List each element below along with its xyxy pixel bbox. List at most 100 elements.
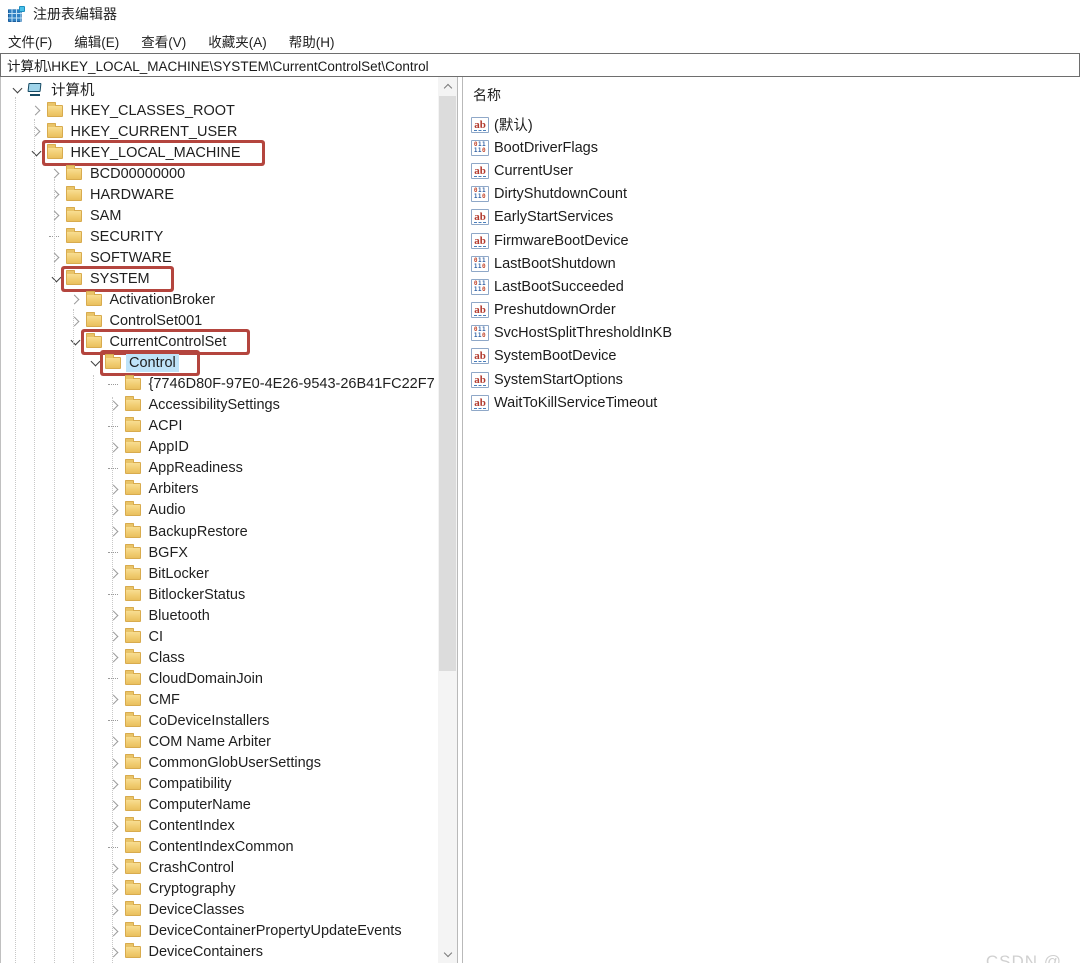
tree-item-appid[interactable]: AppID bbox=[1, 437, 435, 458]
collapse-chevron-icon[interactable] bbox=[48, 277, 64, 281]
expand-chevron-icon[interactable] bbox=[68, 318, 84, 325]
value-row-firmwarebootdevice[interactable]: abFirmwareBootDevice bbox=[471, 229, 1080, 252]
expand-chevron-icon[interactable] bbox=[107, 886, 123, 893]
expand-chevron-icon[interactable] bbox=[29, 107, 45, 114]
expand-chevron-icon[interactable] bbox=[68, 296, 84, 303]
tree-item-computername[interactable]: ComputerName bbox=[1, 795, 435, 816]
value-row-systemstartoptions[interactable]: abSystemStartOptions bbox=[471, 368, 1080, 391]
expand-chevron-icon[interactable] bbox=[107, 444, 123, 451]
menu-file[interactable]: 文件(F) bbox=[8, 31, 52, 51]
tree-item-controlset001[interactable]: ControlSet001 bbox=[1, 311, 435, 332]
tree-item-accessibilitysettings[interactable]: AccessibilitySettings bbox=[1, 395, 435, 416]
menu-view[interactable]: 查看(V) bbox=[141, 31, 186, 51]
tree-item-ci[interactable]: CI bbox=[1, 626, 435, 647]
collapse-chevron-icon[interactable] bbox=[9, 88, 25, 92]
tree-item-clouddomainjoin[interactable]: CloudDomainJoin bbox=[1, 668, 435, 689]
menu-favorites[interactable]: 收藏夹(A) bbox=[208, 31, 267, 51]
expand-chevron-icon[interactable] bbox=[107, 823, 123, 830]
tree-item-software[interactable]: SOFTWARE bbox=[1, 247, 435, 268]
tree-item-devicecontainerpropertyupdateevents[interactable]: DeviceContainerPropertyUpdateEvents bbox=[1, 921, 435, 942]
expand-chevron-icon[interactable] bbox=[48, 170, 64, 177]
tree-item-hkey-current-user[interactable]: HKEY_CURRENT_USER bbox=[1, 121, 435, 142]
tree-item-currentcontrolset[interactable]: CurrentControlSet bbox=[1, 332, 435, 353]
expand-chevron-icon[interactable] bbox=[107, 696, 123, 703]
scrollbar-thumb[interactable] bbox=[439, 96, 456, 671]
expand-chevron-icon[interactable] bbox=[48, 254, 64, 261]
tree-item-com-name-arbiter[interactable]: COM Name Arbiter bbox=[1, 731, 435, 752]
tree-item-bgfx[interactable]: BGFX bbox=[1, 542, 435, 563]
tree-item-contentindex[interactable]: ContentIndex bbox=[1, 816, 435, 837]
expand-chevron-icon[interactable] bbox=[107, 528, 123, 535]
value-row-waittokillservicetimeout[interactable]: abWaitToKillServiceTimeout bbox=[471, 391, 1080, 414]
tree-item-devicecontainers[interactable]: DeviceContainers bbox=[1, 942, 435, 963]
tree-item-backuprestore[interactable]: BackupRestore bbox=[1, 521, 435, 542]
scroll-down-icon[interactable] bbox=[438, 945, 457, 963]
expand-chevron-icon[interactable] bbox=[107, 781, 123, 788]
value-row-earlystartservices[interactable]: abEarlyStartServices bbox=[471, 206, 1080, 229]
tree-item-codeviceinstallers[interactable]: CoDeviceInstallers bbox=[1, 710, 435, 731]
tree-item-system[interactable]: SYSTEM bbox=[1, 268, 435, 289]
expand-chevron-icon[interactable] bbox=[107, 760, 123, 767]
value-row-dirtyshutdowncount[interactable]: 011110DirtyShutdownCount bbox=[471, 183, 1080, 206]
expand-chevron-icon[interactable] bbox=[107, 802, 123, 809]
tree-item-class[interactable]: Class bbox=[1, 647, 435, 668]
expand-chevron-icon[interactable] bbox=[29, 128, 45, 135]
tree-item-arbiters[interactable]: Arbiters bbox=[1, 479, 435, 500]
expand-chevron-icon[interactable] bbox=[107, 928, 123, 935]
value-row-currentuser[interactable]: abCurrentUser bbox=[471, 159, 1080, 182]
tree-item-hardware[interactable]: HARDWARE bbox=[1, 184, 435, 205]
menu-edit[interactable]: 编辑(E) bbox=[74, 31, 119, 51]
expand-chevron-icon[interactable] bbox=[107, 865, 123, 872]
expand-chevron-icon[interactable] bbox=[107, 907, 123, 914]
tree-item-bcd00000000[interactable]: BCD00000000 bbox=[1, 163, 435, 184]
value-row-svchostsplitthresholdinkb[interactable]: 011110SvcHostSplitThresholdInKB bbox=[471, 322, 1080, 345]
expand-chevron-icon[interactable] bbox=[107, 402, 123, 409]
tree-item-appreadiness[interactable]: AppReadiness bbox=[1, 458, 435, 479]
tree-item-bitlockerstatus[interactable]: BitlockerStatus bbox=[1, 584, 435, 605]
values-column-header[interactable]: 名称 bbox=[471, 81, 1080, 113]
value-row-lastbootsucceeded[interactable]: 011110LastBootSucceeded bbox=[471, 275, 1080, 298]
tree-item-audio[interactable]: Audio bbox=[1, 500, 435, 521]
tree-item-bitlocker[interactable]: BitLocker bbox=[1, 563, 435, 584]
value-name: DirtyShutdownCount bbox=[494, 186, 627, 202]
expand-chevron-icon[interactable] bbox=[107, 486, 123, 493]
collapse-chevron-icon[interactable] bbox=[29, 151, 45, 155]
tree-item-activationbroker[interactable]: ActivationBroker bbox=[1, 289, 435, 310]
tree-item-sam[interactable]: SAM bbox=[1, 205, 435, 226]
collapse-chevron-icon[interactable] bbox=[87, 361, 103, 365]
expand-chevron-icon[interactable] bbox=[107, 570, 123, 577]
tree-item-contentindexcommon[interactable]: ContentIndexCommon bbox=[1, 837, 435, 858]
tree-item-cryptography[interactable]: Cryptography bbox=[1, 879, 435, 900]
expand-chevron-icon[interactable] bbox=[107, 612, 123, 619]
tree-item-crashcontrol[interactable]: CrashControl bbox=[1, 858, 435, 879]
tree-item-security[interactable]: SECURITY bbox=[1, 226, 435, 247]
expand-chevron-icon[interactable] bbox=[48, 212, 64, 219]
tree-item-compatibility[interactable]: Compatibility bbox=[1, 774, 435, 795]
expand-chevron-icon[interactable] bbox=[107, 507, 123, 514]
tree-item-deviceclasses[interactable]: DeviceClasses bbox=[1, 900, 435, 921]
value-row-lastbootshutdown[interactable]: 011110LastBootShutdown bbox=[471, 252, 1080, 275]
expand-chevron-icon[interactable] bbox=[48, 191, 64, 198]
tree-item-control[interactable]: Control bbox=[1, 353, 435, 374]
tree-item-commonglobusersettings[interactable]: CommonGlobUserSettings bbox=[1, 753, 435, 774]
value-row-bootdriverflags[interactable]: 011110BootDriverFlags bbox=[471, 136, 1080, 159]
tree-item-计算机[interactable]: 计算机 bbox=[1, 79, 435, 100]
tree-item-hkey-classes-root[interactable]: HKEY_CLASSES_ROOT bbox=[1, 100, 435, 121]
tree-item-cmf[interactable]: CMF bbox=[1, 689, 435, 710]
expand-chevron-icon[interactable] bbox=[107, 633, 123, 640]
address-bar[interactable]: 计算机\HKEY_LOCAL_MACHINE\SYSTEM\CurrentCon… bbox=[0, 53, 1080, 77]
expand-chevron-icon[interactable] bbox=[107, 949, 123, 956]
expand-chevron-icon[interactable] bbox=[107, 654, 123, 661]
value-row-默认[interactable]: ab(默认) bbox=[471, 113, 1080, 136]
tree-item-acpi[interactable]: ACPI bbox=[1, 416, 435, 437]
tree-item-bluetooth[interactable]: Bluetooth bbox=[1, 605, 435, 626]
expand-chevron-icon[interactable] bbox=[107, 738, 123, 745]
tree-scrollbar[interactable] bbox=[438, 77, 457, 963]
value-row-systembootdevice[interactable]: abSystemBootDevice bbox=[471, 345, 1080, 368]
collapse-chevron-icon[interactable] bbox=[68, 340, 84, 344]
scroll-up-icon[interactable] bbox=[438, 77, 457, 95]
tree-item-7746d80f-97e0-4e26-9543-26b41fc22f7[interactable]: {7746D80F-97E0-4E26-9543-26B41FC22F7 bbox=[1, 374, 435, 395]
tree-item-hkey-local-machine[interactable]: HKEY_LOCAL_MACHINE bbox=[1, 142, 435, 163]
menu-help[interactable]: 帮助(H) bbox=[289, 31, 335, 51]
value-row-preshutdownorder[interactable]: abPreshutdownOrder bbox=[471, 299, 1080, 322]
